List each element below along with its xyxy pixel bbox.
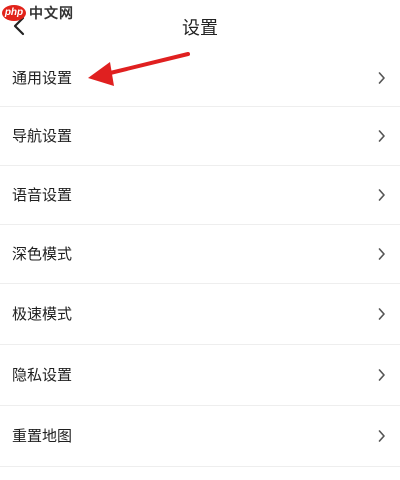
chevron-right-icon [378,369,385,381]
settings-item-label: 深色模式 [12,245,73,263]
chevron-right-icon [378,308,385,320]
settings-item-label: 通用设置 [12,69,73,87]
chevron-right-icon [378,130,385,142]
settings-item-speed-mode[interactable]: 极速模式 [0,284,400,345]
settings-item-general[interactable]: 通用设置 [0,50,400,107]
chevron-right-icon [378,189,385,201]
settings-item-privacy[interactable]: 隐私设置 [0,345,400,406]
php-watermark: php 中文网 [2,2,74,24]
chevron-right-icon [378,430,385,442]
settings-item-dark-mode[interactable]: 深色模式 [0,225,400,284]
watermark-text: 中文网 [29,6,74,22]
settings-item-label: 重置地图 [12,427,73,445]
settings-item-label: 语音设置 [12,186,73,204]
chevron-right-icon [378,248,385,260]
watermark-badge: php [2,5,26,21]
chevron-right-icon [378,72,385,84]
settings-item-label: 导航设置 [12,127,73,145]
settings-item-reset-map[interactable]: 重置地图 [0,406,400,467]
settings-item-label: 极速模式 [12,305,73,323]
settings-item-label: 隐私设置 [12,366,73,384]
settings-list: 通用设置 导航设置 语音设置 深色模式 极速模式 隐私设置 重置地图 [0,50,400,467]
settings-item-navigation[interactable]: 导航设置 [0,107,400,166]
settings-item-voice[interactable]: 语音设置 [0,166,400,225]
